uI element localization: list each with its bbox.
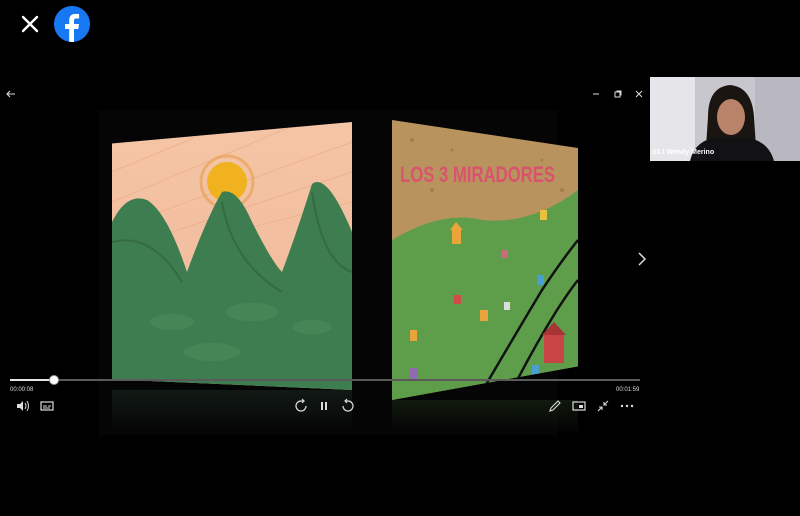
back-arrow-icon[interactable]: [5, 88, 17, 100]
close-icon[interactable]: [18, 12, 42, 36]
progress-fill: [10, 379, 55, 381]
captions-icon[interactable]: [38, 397, 56, 415]
los-3-miradores-artwork: LOS 3 MIRADORES: [392, 120, 578, 400]
collapse-icon[interactable]: [594, 397, 612, 415]
artwork-title: LOS 3 MIRADORES: [400, 162, 555, 187]
minimize-icon[interactable]: [590, 88, 602, 100]
restore-icon[interactable]: [612, 88, 624, 100]
facebook-logo-icon[interactable]: [54, 6, 90, 42]
mountains-artwork: [112, 122, 352, 390]
close-icon[interactable]: [633, 88, 645, 100]
total-duration: 00:01:59: [616, 387, 640, 393]
chevron-right-icon[interactable]: [636, 250, 648, 268]
volume-icon[interactable]: [14, 397, 32, 415]
elapsed-time: 00:00:08: [10, 387, 34, 393]
progress-bar[interactable]: [10, 375, 640, 385]
more-icon[interactable]: [618, 397, 636, 415]
pause-icon[interactable]: [315, 397, 333, 415]
pen-icon[interactable]: [546, 397, 564, 415]
rewind-icon[interactable]: [292, 397, 310, 415]
forward-icon[interactable]: [339, 397, 357, 415]
participant-name: S1 / Wendy Merino: [652, 149, 715, 156]
screen-icon[interactable]: [570, 397, 588, 415]
